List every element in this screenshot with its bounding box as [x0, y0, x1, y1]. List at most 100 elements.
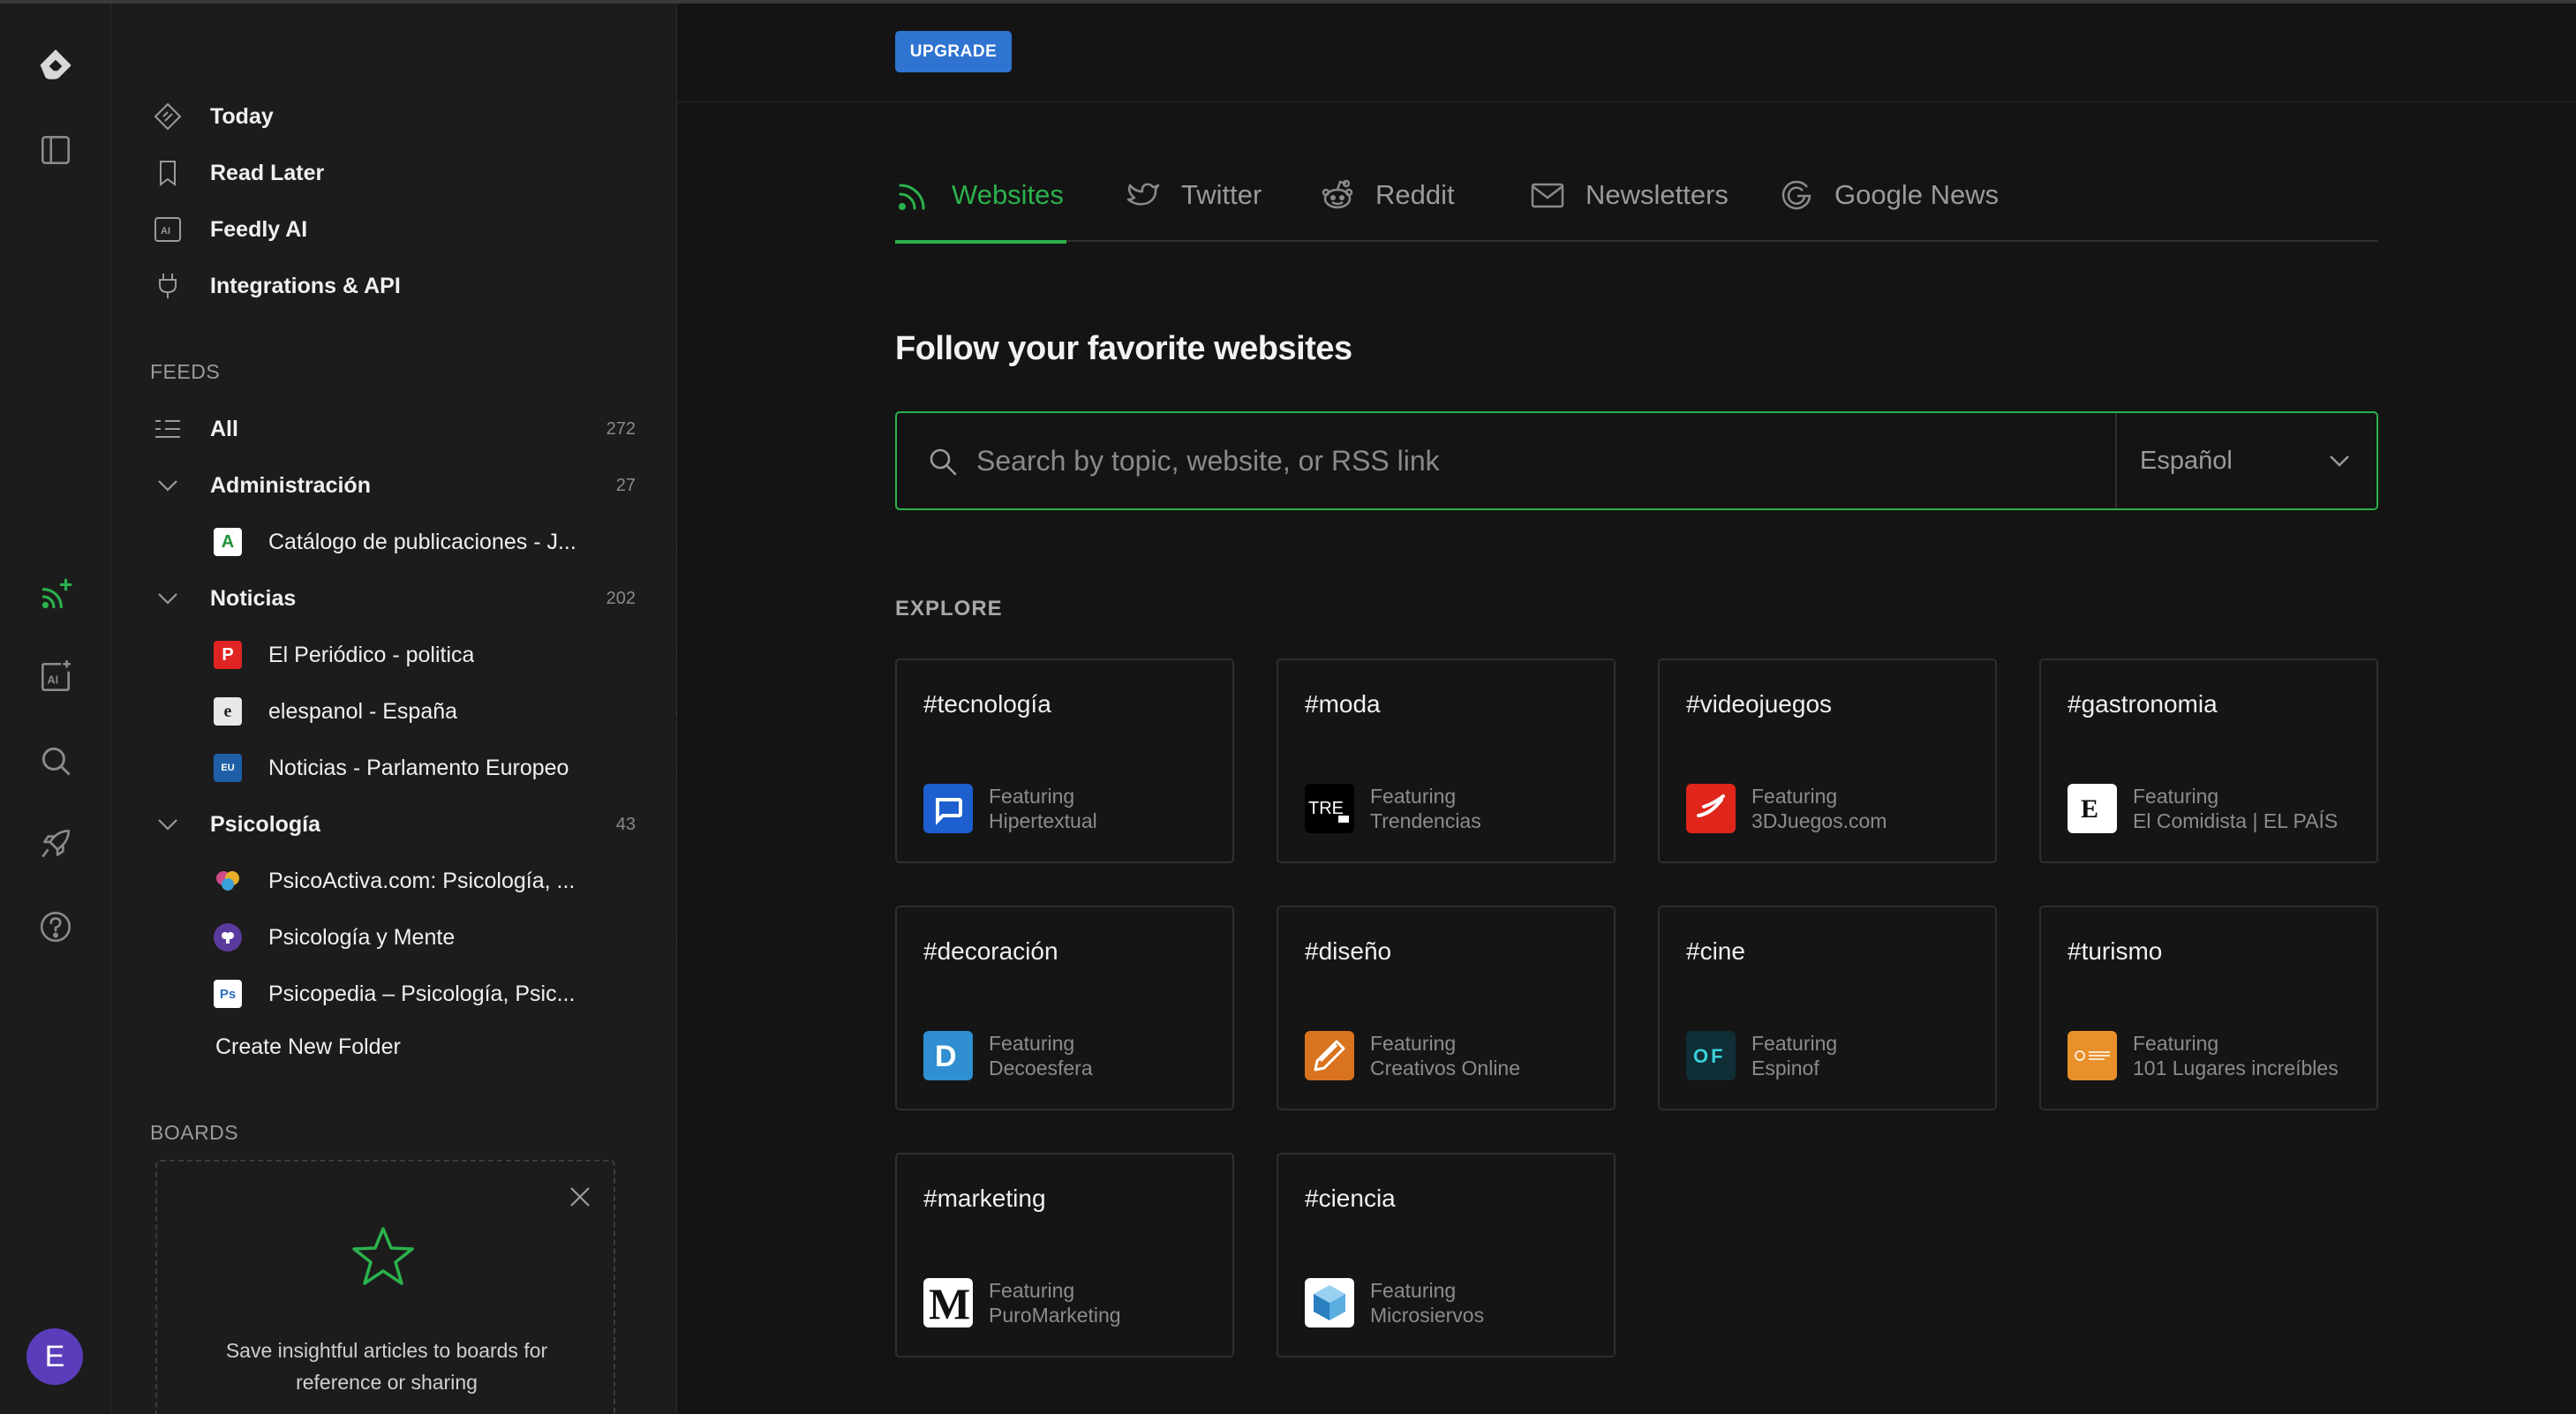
feed-item[interactable]: PsicoActiva.com: Psicología, ... 13 — [214, 860, 738, 902]
add-content-icon[interactable] — [29, 568, 82, 621]
feed-item[interactable]: EU Noticias - Parlamento Europeo 23 — [214, 747, 738, 789]
topic-card-gastronomia[interactable]: #gastronomia E Featuring El Comidista | … — [2039, 658, 2378, 863]
3djuegos-logo — [1686, 784, 1736, 833]
featuring-label: Featuring — [1751, 1032, 1838, 1055]
feedly-logo-icon[interactable] — [29, 39, 82, 92]
folder-psicologia[interactable]: Psicología 43 — [150, 803, 738, 846]
nav-today-label: Today — [210, 103, 274, 129]
psicologia-y-mente-favicon — [214, 923, 242, 951]
reddit-icon — [1319, 177, 1356, 214]
featured-site: Trendencias — [1370, 809, 1481, 832]
feed-item[interactable]: Psicología y Mente 26 — [214, 916, 738, 959]
microsiervos-logo — [1305, 1278, 1354, 1328]
topic-tag: #cine — [1686, 937, 1745, 965]
nav-integrations[interactable]: Integrations & API — [150, 265, 401, 307]
feed-label: Psicopedia – Psicología, Psic... — [268, 981, 576, 1006]
trendencias-logo: TRE — [1305, 784, 1354, 833]
nav-read-later[interactable]: Read Later — [150, 152, 324, 194]
ai-icon: AI — [150, 212, 185, 247]
feed-item[interactable]: P El Periódico - politica 98 — [214, 634, 738, 676]
topic-tag: #ciencia — [1305, 1185, 1396, 1212]
hipertextual-logo — [923, 784, 973, 833]
espinof-logo: OF — [1686, 1031, 1736, 1080]
chevron-down-icon[interactable] — [150, 807, 185, 842]
featuring-text: Featuring El Comidista | EL PAÍS — [2133, 784, 2338, 833]
tab-reddit[interactable]: Reddit — [1319, 177, 1455, 242]
psicopedia-favicon: Ps — [214, 980, 242, 1008]
twitter-icon — [1125, 177, 1162, 214]
nav-today[interactable]: Today — [150, 95, 274, 138]
folder-noticias[interactable]: Noticias 202 — [150, 577, 738, 620]
rocket-icon[interactable] — [29, 817, 82, 870]
sidebar-toggle-icon[interactable] — [29, 124, 82, 177]
folder-count: 43 — [615, 814, 636, 834]
featuring-text: Featuring PuroMarketing — [989, 1278, 1121, 1328]
feed-item[interactable]: Ps Psicopedia – Psicología, Psic... 4 — [214, 973, 738, 1015]
tab-label: Reddit — [1375, 179, 1455, 210]
topic-tag: #decoración — [923, 937, 1058, 965]
featured-site: Decoesfera — [989, 1057, 1093, 1079]
chevron-down-icon[interactable] — [150, 581, 185, 616]
feed-item[interactable]: e elespanol - España 81 — [214, 690, 738, 733]
feed-all[interactable]: All 272 — [150, 408, 738, 450]
feed-item[interactable]: A Catálogo de publicaciones - J... 27 — [214, 521, 738, 563]
search-bar[interactable]: Search by topic, website, or RSS link Es… — [895, 411, 2378, 510]
svg-text:TRE: TRE — [1308, 799, 1344, 818]
topic-tag: #tecnología — [923, 690, 1051, 718]
upgrade-button[interactable]: UPGRADE — [895, 31, 1012, 72]
topic-card-ciencia[interactable]: #ciencia Featuring Microsiervos — [1277, 1153, 1616, 1358]
topic-tag: #videojuegos — [1686, 690, 1833, 718]
featured-site: Espinof — [1751, 1057, 1819, 1079]
folder-count: 202 — [606, 588, 636, 608]
create-ai-feed-icon[interactable]: AI — [29, 651, 82, 703]
tab-newsletters[interactable]: Newsletters — [1529, 177, 1729, 242]
topic-card-decoracion[interactable]: #decoración D Featuring Decoesfera — [895, 906, 1234, 1110]
user-avatar[interactable]: E — [26, 1328, 83, 1385]
tab-websites[interactable]: Websites — [895, 177, 1066, 244]
101lugares-logo — [2068, 1031, 2117, 1080]
tab-twitter[interactable]: Twitter — [1125, 177, 1262, 242]
psicoactiva-favicon — [214, 867, 242, 895]
topic-card-cine[interactable]: #cine OF Featuring Espinof — [1658, 906, 1997, 1110]
bookmark-icon — [150, 155, 185, 191]
folder-label: Noticias — [210, 585, 297, 611]
topic-card-moda[interactable]: #moda TRE Featuring Trendencias — [1277, 658, 1616, 863]
svg-text:AI: AI — [48, 673, 59, 686]
featuring-text: Featuring Hipertextual — [989, 784, 1097, 833]
create-new-folder-link[interactable]: Create New Folder — [215, 1034, 401, 1060]
google-icon — [1778, 177, 1815, 214]
boards-promo-card: Save insightful articles to boards for r… — [155, 1160, 615, 1414]
svg-text:AI: AI — [161, 226, 170, 237]
creativos-logo — [1305, 1031, 1354, 1080]
svg-text:D: D — [935, 1040, 957, 1073]
topic-card-marketing[interactable]: #marketing M Featuring PuroMarketing — [895, 1153, 1234, 1358]
explore-section-label: EXPLORE — [895, 597, 1003, 621]
svg-text:M: M — [929, 1279, 970, 1328]
topic-card-turismo[interactable]: #turismo Featuring 101 Lugares increíble… — [2039, 906, 2378, 1110]
feed-label: Catálogo de publicaciones - J... — [268, 529, 576, 554]
nav-feedly-ai[interactable]: AI Feedly AI — [150, 208, 307, 251]
search-icon[interactable] — [29, 734, 82, 787]
folder-administracion[interactable]: Administración 27 — [150, 464, 738, 507]
topic-card-tecnologia[interactable]: #tecnología Featuring Hipertextual — [895, 658, 1234, 863]
featuring-label: Featuring — [2133, 785, 2219, 808]
chevron-down-icon[interactable] — [2325, 447, 2354, 475]
mail-icon — [1529, 177, 1566, 214]
el-periodico-favicon: P — [214, 641, 242, 669]
help-icon[interactable] — [29, 900, 82, 953]
topic-card-videojuegos[interactable]: #videojuegos Featuring 3DJuegos.com — [1658, 658, 1997, 863]
search-input[interactable]: Search by topic, website, or RSS link — [976, 445, 1440, 478]
today-icon — [150, 99, 185, 134]
tab-google-news[interactable]: Google News — [1778, 177, 1999, 242]
topic-tag: #turismo — [2068, 937, 2163, 965]
featuring-text: Featuring Decoesfera — [989, 1031, 1093, 1080]
close-icon[interactable] — [566, 1183, 594, 1211]
topic-card-diseno[interactable]: #diseño Featuring Creativos Online — [1277, 906, 1616, 1110]
elespanol-favicon: e — [214, 697, 242, 726]
language-select[interactable]: Español — [2140, 447, 2233, 476]
featuring-text: Featuring Creativos Online — [1370, 1031, 1520, 1080]
list-icon — [150, 411, 185, 447]
feed-label: elespanol - España — [268, 698, 458, 724]
feeds-section-label: FEEDS — [150, 360, 221, 383]
chevron-down-icon[interactable] — [150, 468, 185, 503]
